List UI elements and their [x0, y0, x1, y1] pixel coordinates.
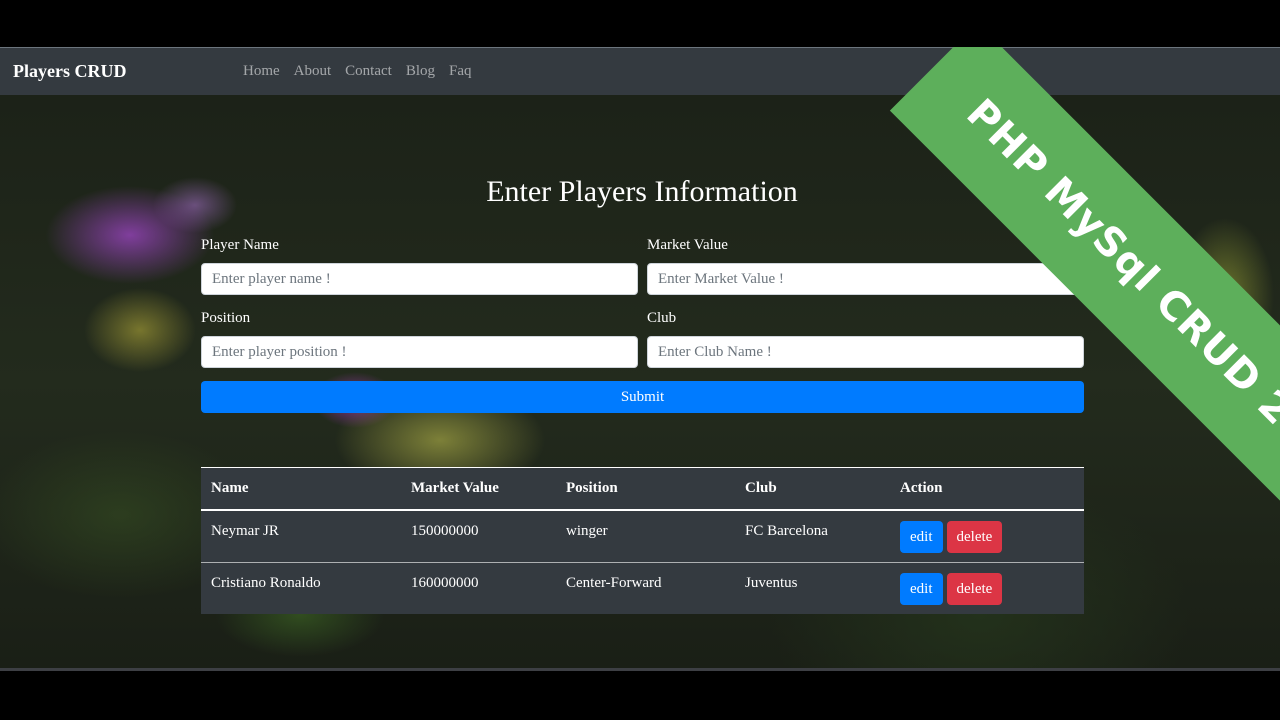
club-input[interactable]: [647, 336, 1084, 368]
delete-button[interactable]: delete: [946, 572, 1003, 605]
player-name-input[interactable]: [201, 263, 638, 295]
header-name: Name: [201, 467, 401, 511]
cell-position: Center-Forward: [566, 574, 662, 591]
market-value-label: Market Value: [647, 237, 728, 253]
club-label: Club: [647, 310, 677, 326]
header-position: Position: [556, 467, 735, 511]
nav-link-home[interactable]: Home: [243, 63, 280, 80]
cell-action: edit delete: [890, 562, 1084, 614]
cell-club: FC Barcelona: [735, 510, 890, 563]
header-action: Action: [890, 467, 1084, 511]
edit-button[interactable]: edit: [900, 572, 943, 605]
position-input[interactable]: [201, 336, 638, 368]
nav-link-contact[interactable]: Contact: [345, 63, 392, 80]
form-title: Enter Players Information: [486, 175, 798, 208]
navbar: Players CRUD Home About Contact Blog Faq: [0, 47, 1280, 95]
position-label: Position: [201, 310, 251, 326]
cell-name: Neymar JR: [201, 510, 401, 563]
nav-link-about[interactable]: About: [294, 63, 332, 80]
video-top-letterbox: [0, 0, 1280, 47]
table-row: Cristiano Ronaldo 160000000 Center-Forwa…: [201, 562, 1084, 614]
nav-link-blog[interactable]: Blog: [406, 63, 435, 80]
cell-action: edit delete: [890, 510, 1084, 563]
edit-button[interactable]: edit: [900, 521, 943, 553]
cell-market-value: 160000000: [411, 574, 479, 591]
players-table: Name Market Value Position Club Action N…: [201, 467, 1084, 614]
cell-market-value: 150000000: [401, 510, 556, 563]
video-bottom-letterbox: [0, 671, 1280, 720]
submit-button[interactable]: Submit: [201, 381, 1084, 413]
table-header-row: Name Market Value Position Club Action: [201, 467, 1084, 511]
cell-position: winger: [556, 510, 735, 563]
nav-links: Home About Contact Blog Faq: [243, 63, 472, 80]
brand-logo[interactable]: Players CRUD: [13, 61, 126, 82]
header-club: Club: [735, 467, 890, 511]
market-value-input[interactable]: [647, 263, 1084, 295]
delete-button[interactable]: delete: [946, 521, 1003, 553]
table-row: Neymar JR 150000000 winger FC Barcelona …: [201, 510, 1084, 563]
cell-name: Cristiano Ronaldo: [211, 574, 321, 591]
nav-link-faq[interactable]: Faq: [449, 63, 472, 80]
header-market-value: Market Value: [401, 467, 556, 511]
cell-club: Juventus: [745, 574, 798, 591]
player-name-label: Player Name: [201, 237, 279, 253]
